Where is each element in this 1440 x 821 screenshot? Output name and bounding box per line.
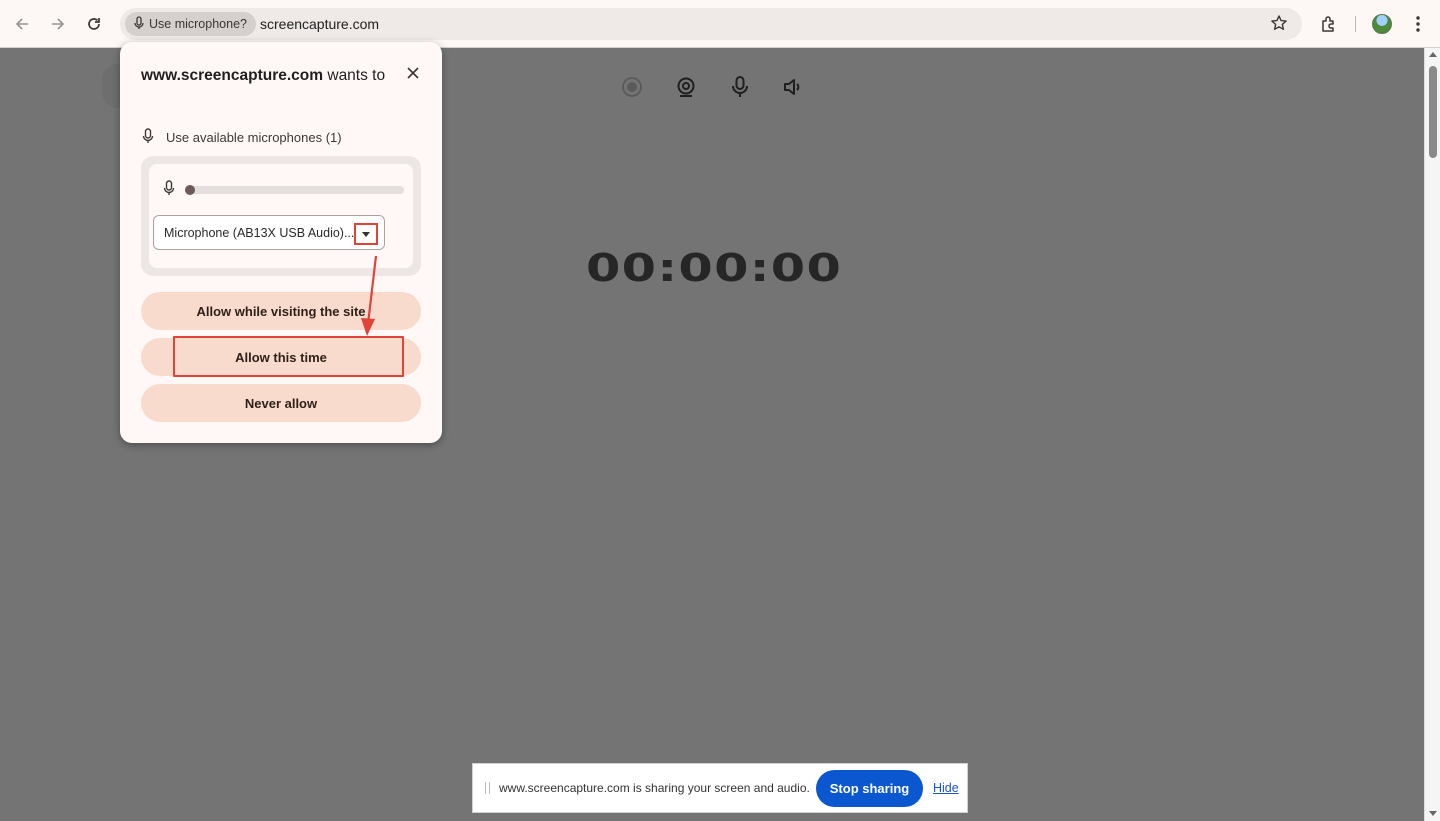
star-icon[interactable] [1270, 14, 1288, 37]
microphone-settings-panel: Microphone (AB13X USB Audio)... [149, 164, 413, 268]
toolbar-divider [1355, 16, 1356, 32]
dialog-title: www.screencapture.com wants to [141, 64, 391, 88]
webcam-icon[interactable] [673, 74, 699, 100]
permission-row: Use available microphones (1) [142, 128, 342, 147]
microphone-permission-dialog: www.screencapture.com wants to Use avail… [120, 42, 442, 443]
kebab-menu-icon[interactable] [1404, 10, 1432, 38]
close-icon[interactable] [403, 63, 423, 83]
permission-chip-label: Use microphone? [149, 17, 247, 31]
allow-while-visiting-button[interactable]: Allow while visiting the site [141, 292, 421, 330]
page-scrollbar[interactable] [1424, 48, 1440, 821]
sharing-message: www.screencapture.com is sharing your sc… [499, 781, 810, 795]
dropdown-button[interactable] [354, 223, 378, 245]
permission-label: Use available microphones (1) [166, 130, 342, 145]
speaker-icon[interactable] [780, 74, 806, 100]
recording-timer: 00:00:00 [586, 246, 843, 290]
stop-sharing-button[interactable]: Stop sharing [816, 770, 923, 807]
screen-sharing-bar: www.screencapture.com is sharing your sc… [472, 763, 968, 813]
microphone-select-value: Microphone (AB13X USB Audio)... [164, 226, 355, 240]
scroll-down-icon[interactable] [1429, 811, 1437, 816]
back-arrow-icon[interactable] [8, 10, 36, 38]
microphone-level-indicator [185, 185, 195, 195]
dialog-title-rest: wants to [323, 67, 386, 84]
microphone-icon [133, 15, 145, 33]
never-allow-button[interactable]: Never allow [141, 384, 421, 422]
chevron-down-icon [362, 231, 370, 237]
profile-avatar[interactable] [1372, 14, 1392, 34]
record-icon[interactable] [619, 74, 645, 100]
drag-handle[interactable] [485, 782, 490, 794]
browser-toolbar: Use microphone? screencapture.com [0, 0, 1440, 48]
dialog-title-site: www.screencapture.com [141, 67, 324, 84]
allow-this-time-button[interactable]: Allow this time [141, 338, 421, 376]
microphone-icon[interactable] [727, 74, 753, 100]
permission-chip[interactable]: Use microphone? [125, 12, 256, 36]
address-bar[interactable]: Use microphone? screencapture.com [120, 8, 1302, 40]
extensions-icon[interactable] [1315, 10, 1343, 38]
microphone-icon [142, 128, 154, 147]
microphone-level-icon [163, 180, 175, 201]
url-text[interactable]: screencapture.com [260, 16, 379, 32]
microphone-select[interactable]: Microphone (AB13X USB Audio)... [153, 215, 385, 250]
scroll-thumb[interactable] [1429, 66, 1437, 158]
scroll-up-icon[interactable] [1429, 52, 1437, 57]
forward-arrow-icon[interactable] [44, 10, 72, 38]
reload-icon[interactable] [80, 10, 108, 38]
hide-link[interactable]: Hide [933, 781, 959, 795]
microphone-settings-box: Microphone (AB13X USB Audio)... [141, 156, 421, 276]
microphone-level-meter [185, 185, 404, 195]
